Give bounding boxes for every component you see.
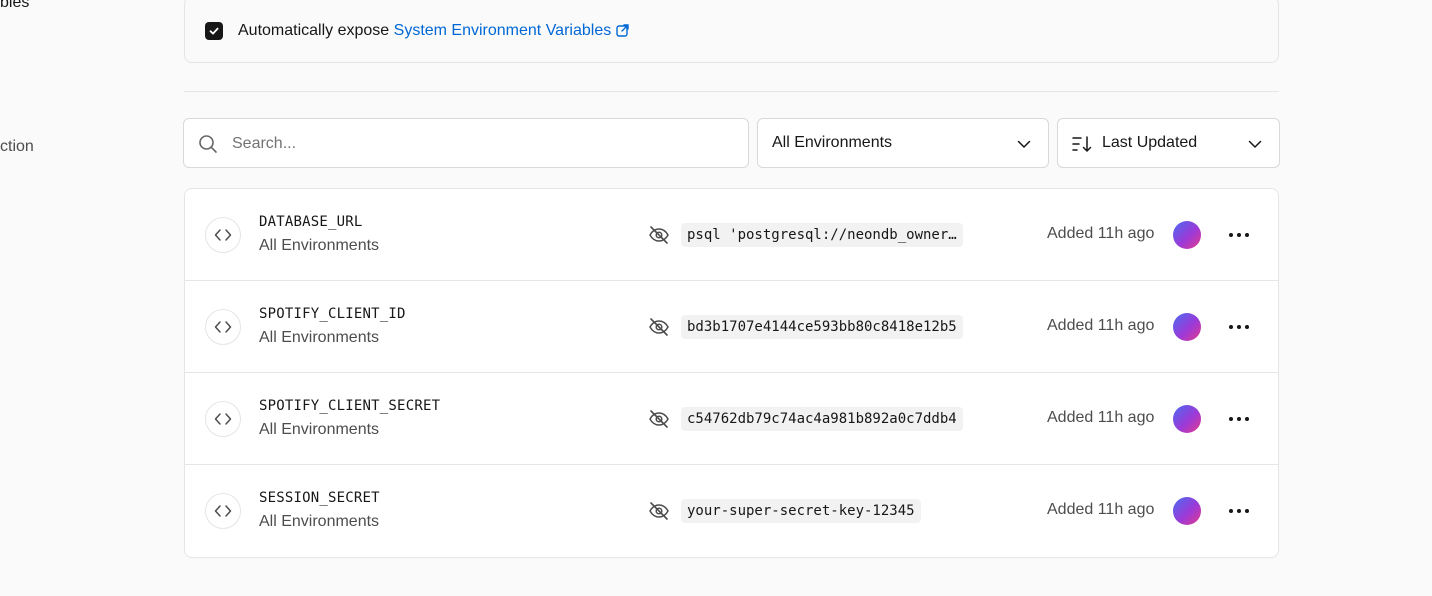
code-icon-badge <box>205 401 241 437</box>
env-variable-row[interactable]: SPOTIFY_CLIENT_ID All Environments bd3b1… <box>185 281 1278 373</box>
more-horizontal-icon <box>1229 509 1249 513</box>
more-options-button[interactable] <box>1225 315 1253 339</box>
environment-filter-value: All Environments <box>772 134 893 151</box>
variable-added-time: Added 11h ago <box>1047 409 1155 426</box>
variable-environment: All Environments <box>259 237 380 254</box>
variable-value[interactable]: c54762db79c74ac4a981b892a0c7ddb4 <box>681 407 963 431</box>
variable-value[interactable]: your-super-secret-key-12345 <box>681 499 921 523</box>
variable-added-time: Added 11h ago <box>1047 225 1155 242</box>
env-variable-row[interactable]: SPOTIFY_CLIENT_SECRET All Environments c… <box>185 373 1278 465</box>
variable-name: SPOTIFY_CLIENT_ID <box>259 306 406 322</box>
chevron-down-icon <box>1248 140 1262 148</box>
avatar <box>1173 405 1201 433</box>
more-options-button[interactable] <box>1225 499 1253 523</box>
auto-expose-panel: Automatically expose System Environment … <box>184 0 1279 63</box>
more-options-button[interactable] <box>1225 407 1253 431</box>
eye-off-icon <box>649 318 669 336</box>
code-icon-badge <box>205 217 241 253</box>
sidebar-item-protection[interactable]: ction <box>0 138 34 156</box>
search-icon <box>199 135 217 153</box>
variable-environment: All Environments <box>259 513 380 530</box>
sidebar: bles ction <box>0 0 160 596</box>
sort-icon <box>1072 136 1092 152</box>
more-horizontal-icon <box>1229 417 1249 421</box>
code-brackets-icon <box>214 413 232 425</box>
auto-expose-label: Automatically expose System Environment … <box>238 22 629 40</box>
system-env-vars-link-text: System Environment Variables <box>393 22 612 39</box>
more-horizontal-icon <box>1229 325 1249 329</box>
variable-added-time: Added 11h ago <box>1047 501 1155 518</box>
variable-value[interactable]: bd3b1707e4144ce593bb80c8418e12b5 <box>681 315 963 339</box>
eye-off-icon <box>649 502 669 520</box>
code-brackets-icon <box>214 229 232 241</box>
checkmark-icon <box>209 27 219 35</box>
variable-name: SPOTIFY_CLIENT_SECRET <box>259 398 441 414</box>
sort-select[interactable]: Last Updated <box>1057 118 1280 168</box>
avatar <box>1173 497 1201 525</box>
avatar <box>1173 221 1201 249</box>
sidebar-item-environment-variables[interactable]: bles <box>0 0 29 12</box>
search-input[interactable] <box>232 131 732 157</box>
environment-filter-select[interactable]: All Environments <box>757 118 1049 168</box>
sort-value: Last Updated <box>1102 134 1198 151</box>
env-variable-row[interactable]: DATABASE_URL All Environments psql 'post… <box>185 189 1278 281</box>
auto-expose-text: Automatically expose <box>238 22 390 39</box>
auto-expose-checkbox[interactable] <box>205 22 223 40</box>
variable-environment: All Environments <box>259 329 380 346</box>
system-env-vars-link[interactable]: System Environment Variables <box>394 22 630 39</box>
toggle-visibility-button[interactable] <box>647 500 671 522</box>
variable-value[interactable]: psql 'postgresql://neondb_owner… <box>681 223 963 247</box>
toggle-visibility-button[interactable] <box>647 224 671 246</box>
code-icon-badge <box>205 309 241 345</box>
variable-name: DATABASE_URL <box>259 214 363 230</box>
chevron-down-icon <box>1017 140 1031 148</box>
section-divider <box>184 91 1279 92</box>
env-variable-row[interactable]: SESSION_SECRET All Environments your-sup… <box>185 465 1278 557</box>
more-horizontal-icon <box>1229 233 1249 237</box>
eye-off-icon <box>649 226 669 244</box>
more-options-button[interactable] <box>1225 223 1253 247</box>
toggle-visibility-button[interactable] <box>647 408 671 430</box>
external-link-icon <box>616 24 629 37</box>
code-icon-badge <box>205 493 241 529</box>
variable-name: SESSION_SECRET <box>259 490 380 506</box>
eye-off-icon <box>649 410 669 428</box>
variable-added-time: Added 11h ago <box>1047 317 1155 334</box>
toggle-visibility-button[interactable] <box>647 316 671 338</box>
variable-environment: All Environments <box>259 421 380 438</box>
env-variable-list: DATABASE_URL All Environments psql 'post… <box>184 188 1279 558</box>
search-box[interactable] <box>183 118 749 168</box>
avatar <box>1173 313 1201 341</box>
code-brackets-icon <box>214 321 232 333</box>
code-brackets-icon <box>214 505 232 517</box>
